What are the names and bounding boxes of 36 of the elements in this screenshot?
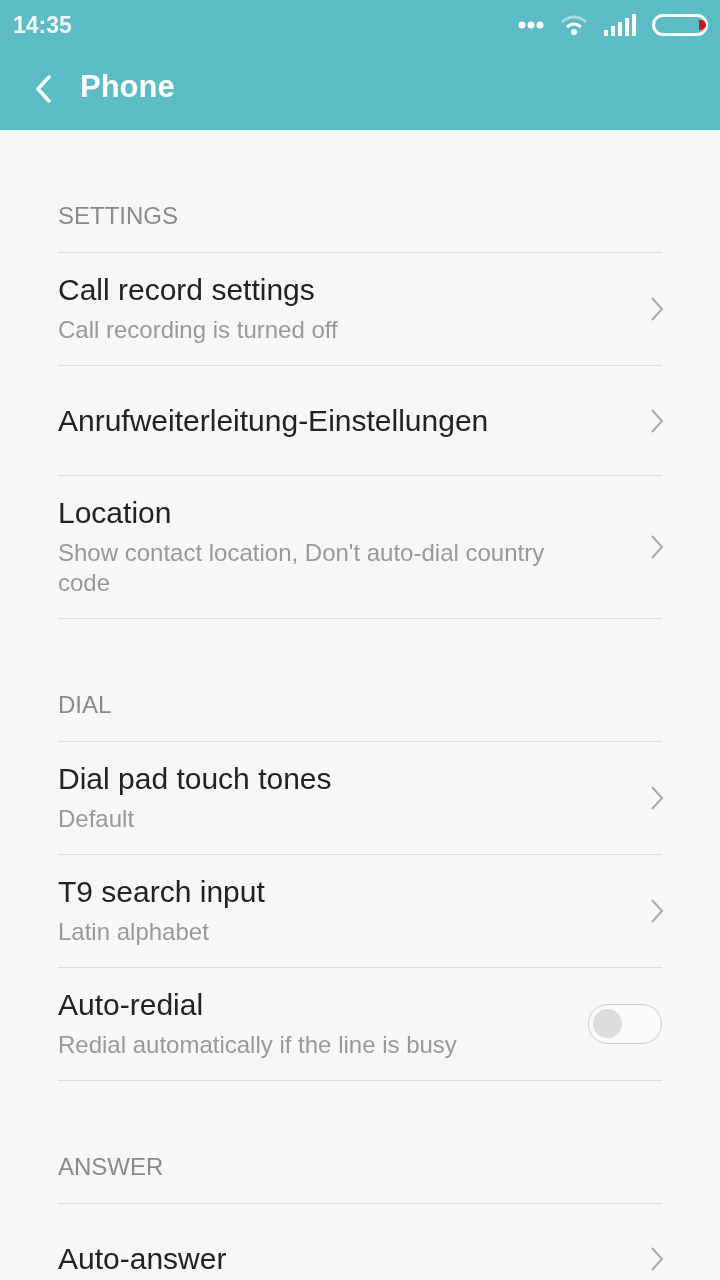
settings-item[interactable]: Location Show contact location, Don't auto-dial country code bbox=[58, 476, 662, 619]
settings-item[interactable]: Anrufweiterleitung-Einstellungen bbox=[58, 366, 662, 476]
more-dots-icon bbox=[518, 21, 544, 29]
settings-item[interactable]: Auto-answer bbox=[58, 1204, 662, 1280]
chevron-right-icon bbox=[650, 534, 664, 560]
settings-item[interactable]: Dial pad touch tones Default bbox=[58, 742, 662, 855]
chevron-right-icon bbox=[650, 1245, 664, 1272]
wifi-icon bbox=[560, 14, 588, 36]
item-subtitle: Call recording is turned off bbox=[58, 315, 338, 345]
settings-item[interactable]: Auto-redial Redial automatically if the line is busy bbox=[58, 968, 662, 1081]
item-title: Call record settings bbox=[58, 273, 316, 307]
chevron-right-icon bbox=[650, 407, 664, 434]
item-subtitle: Latin alphabet bbox=[58, 917, 210, 947]
item-title: Anrufweiterleitung-Einstellungen bbox=[58, 403, 489, 438]
item-title: Auto-answer bbox=[58, 1241, 227, 1276]
battery-icon bbox=[652, 14, 708, 36]
status-time: 14:35 bbox=[13, 11, 72, 39]
signal-icon bbox=[604, 14, 636, 36]
chevron-right-icon bbox=[650, 296, 664, 322]
chevron-right-icon bbox=[650, 785, 664, 811]
section-header: DIAL bbox=[58, 691, 112, 719]
item-subtitle: Redial automatically if the line is busy bbox=[58, 1030, 457, 1060]
settings-item[interactable]: T9 search input Latin alphabet bbox=[58, 855, 662, 968]
chevron-right-icon bbox=[650, 898, 664, 924]
item-title: Auto-redial bbox=[58, 988, 205, 1022]
screen-title: Phone bbox=[80, 69, 175, 105]
section-header: SETTINGS bbox=[58, 202, 178, 230]
item-title: T9 search input bbox=[58, 875, 265, 909]
back-icon[interactable] bbox=[34, 75, 52, 103]
item-title: Dial pad touch tones bbox=[58, 762, 332, 796]
section-header: ANSWER bbox=[58, 1153, 164, 1181]
toggle-switch[interactable] bbox=[588, 1004, 662, 1044]
item-title: Location bbox=[58, 496, 173, 530]
item-subtitle: Show contact location, Don't auto-dial country code bbox=[58, 538, 546, 598]
item-subtitle: Default bbox=[58, 804, 136, 834]
settings-item[interactable]: Call record settings Call recording is turned off bbox=[58, 253, 662, 366]
